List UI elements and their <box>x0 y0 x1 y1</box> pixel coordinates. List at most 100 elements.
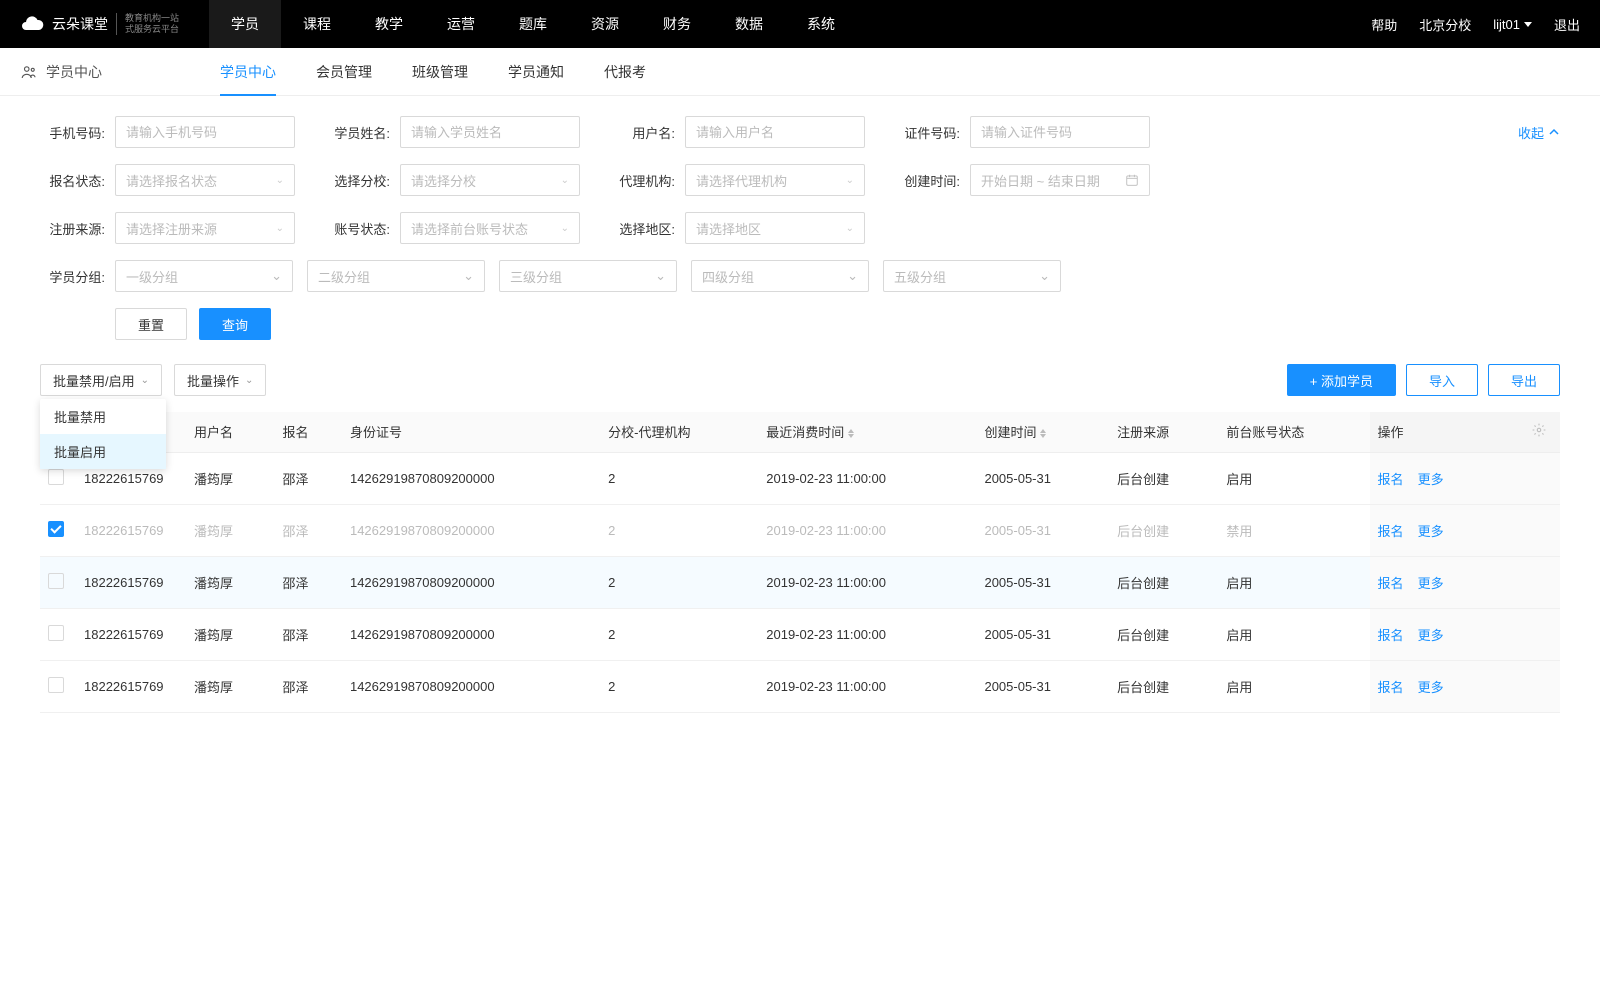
sub-menu-item[interactable]: 会员管理 <box>316 48 372 96</box>
username-input[interactable] <box>685 116 865 148</box>
cell-branch: 2 <box>600 608 758 660</box>
caret-down-icon <box>1524 22 1532 27</box>
chevron-down-icon: ⌄ <box>846 175 854 186</box>
chevron-down-icon: ⌄ <box>561 223 569 234</box>
regsource-label: 注册来源: <box>40 219 105 238</box>
cell-phone: 18222615769 <box>76 660 186 712</box>
action-more[interactable]: 更多 <box>1418 472 1444 487</box>
export-button[interactable]: 导出 <box>1488 364 1560 396</box>
action-enroll[interactable]: 报名 <box>1378 628 1404 643</box>
cell-ops: 报名更多 <box>1370 608 1524 660</box>
region-label: 选择地区: <box>610 219 675 238</box>
cell-accstatus: 启用 <box>1218 452 1369 504</box>
table-row: 18222615769潘筠厚邵泽142629198708092000002201… <box>40 504 1560 556</box>
enroll-status-select[interactable]: 请选择报名状态⌄ <box>115 164 295 196</box>
col-idno: 身份证号 <box>342 412 600 452</box>
top-menu-item[interactable]: 教学 <box>353 0 425 48</box>
agent-select[interactable]: 请选择代理机构⌄ <box>685 164 865 196</box>
group-select[interactable]: 五级分组⌄ <box>883 260 1061 292</box>
gear-icon[interactable] <box>1532 425 1546 440</box>
chevron-down-icon: ⌄ <box>276 223 284 234</box>
import-button[interactable]: 导入 <box>1406 364 1478 396</box>
cell-ops: 报名更多 <box>1370 504 1524 556</box>
action-enroll[interactable]: 报名 <box>1378 524 1404 539</box>
top-menu-item[interactable]: 课程 <box>281 0 353 48</box>
row-checkbox[interactable] <box>48 469 64 485</box>
accstatus-select[interactable]: 请选择前台账号状态⌄ <box>400 212 580 244</box>
row-checkbox[interactable] <box>48 573 64 589</box>
region-select[interactable]: 请选择地区⌄ <box>685 212 865 244</box>
reset-button[interactable]: 重置 <box>115 308 187 340</box>
cell-name: 潘筠厚 <box>186 452 274 504</box>
group-select[interactable]: 一级分组⌄ <box>115 260 293 292</box>
action-more[interactable]: 更多 <box>1418 680 1444 695</box>
sub-menu-item[interactable]: 班级管理 <box>412 48 468 96</box>
cell-enroll: 邵泽 <box>274 608 342 660</box>
createtime-picker[interactable]: 开始日期 ~ 结束日期 <box>970 164 1150 196</box>
cell-createtime: 2005-05-31 <box>976 452 1109 504</box>
group-select[interactable]: 二级分组⌄ <box>307 260 485 292</box>
cell-branch: 2 <box>600 556 758 608</box>
dropdown-option-disable[interactable]: 批量禁用 <box>40 399 166 434</box>
add-student-button[interactable]: + 添加学员 <box>1287 364 1396 396</box>
logout-link[interactable]: 退出 <box>1554 15 1580 34</box>
regsource-select[interactable]: 请选择注册来源⌄ <box>115 212 295 244</box>
cell-branch: 2 <box>600 452 758 504</box>
col-createtime[interactable]: 创建时间 <box>976 412 1109 452</box>
action-more[interactable]: 更多 <box>1418 628 1444 643</box>
top-menu-item[interactable]: 学员 <box>209 0 281 48</box>
user-menu[interactable]: lijt01 <box>1493 15 1532 34</box>
idno-input[interactable] <box>970 116 1150 148</box>
table-row: 18222615769潘筠厚邵泽142629198708092000002201… <box>40 660 1560 712</box>
dropdown-option-enable[interactable]: 批量启用 <box>40 434 166 469</box>
batch-op-dropdown[interactable]: 批量操作⌄ <box>174 364 266 396</box>
cell-idno: 14262919870809200000 <box>342 504 600 556</box>
row-checkbox[interactable] <box>48 521 64 537</box>
search-button[interactable]: 查询 <box>199 308 271 340</box>
action-more[interactable]: 更多 <box>1418 576 1444 591</box>
top-menu-item[interactable]: 资源 <box>569 0 641 48</box>
cell-enroll: 邵泽 <box>274 660 342 712</box>
cell-regsource: 后台创建 <box>1109 660 1218 712</box>
help-link[interactable]: 帮助 <box>1371 15 1397 34</box>
chevron-down-icon: ⌄ <box>141 375 149 386</box>
cell-accstatus: 启用 <box>1218 608 1369 660</box>
cell-idno: 14262919870809200000 <box>342 660 600 712</box>
cell-lastconsume: 2019-02-23 11:00:00 <box>758 660 976 712</box>
chevron-down-icon: ⌄ <box>463 268 474 284</box>
action-enroll[interactable]: 报名 <box>1378 472 1404 487</box>
top-menu-item[interactable]: 题库 <box>497 0 569 48</box>
action-enroll[interactable]: 报名 <box>1378 576 1404 591</box>
col-branch: 分校-代理机构 <box>600 412 758 452</box>
top-menu: 学员课程教学运营题库资源财务数据系统 <box>209 0 1371 48</box>
row-checkbox[interactable] <box>48 677 64 693</box>
row-checkbox[interactable] <box>48 625 64 641</box>
top-menu-item[interactable]: 运营 <box>425 0 497 48</box>
batch-toggle-dropdown[interactable]: 批量禁用/启用⌄ <box>40 364 162 396</box>
collapse-toggle[interactable]: 收起 <box>1518 123 1560 142</box>
action-more[interactable]: 更多 <box>1418 524 1444 539</box>
cell-accstatus: 启用 <box>1218 556 1369 608</box>
top-menu-item[interactable]: 数据 <box>713 0 785 48</box>
group-select[interactable]: 四级分组⌄ <box>691 260 869 292</box>
cell-ops: 报名更多 <box>1370 452 1524 504</box>
col-lastconsume[interactable]: 最近消费时间 <box>758 412 976 452</box>
sub-menu-item[interactable]: 代报考 <box>604 48 646 96</box>
col-enroll: 报名 <box>274 412 342 452</box>
branch-select[interactable]: 请选择分校⌄ <box>400 164 580 196</box>
top-menu-item[interactable]: 系统 <box>785 0 857 48</box>
cell-idno: 14262919870809200000 <box>342 608 600 660</box>
top-right: 帮助 北京分校 lijt01 退出 <box>1371 15 1580 34</box>
group-select[interactable]: 三级分组⌄ <box>499 260 677 292</box>
cell-lastconsume: 2019-02-23 11:00:00 <box>758 452 976 504</box>
chevron-down-icon: ⌄ <box>847 268 858 284</box>
action-enroll[interactable]: 报名 <box>1378 680 1404 695</box>
branch-link[interactable]: 北京分校 <box>1419 15 1471 34</box>
top-menu-item[interactable]: 财务 <box>641 0 713 48</box>
logo: 云朵课堂 教育机构一站 式服务云平台 <box>20 12 209 36</box>
cell-createtime: 2005-05-31 <box>976 556 1109 608</box>
name-input[interactable] <box>400 116 580 148</box>
phone-input[interactable] <box>115 116 295 148</box>
sub-menu-item[interactable]: 学员通知 <box>508 48 564 96</box>
sub-menu-item[interactable]: 学员中心 <box>220 48 276 96</box>
